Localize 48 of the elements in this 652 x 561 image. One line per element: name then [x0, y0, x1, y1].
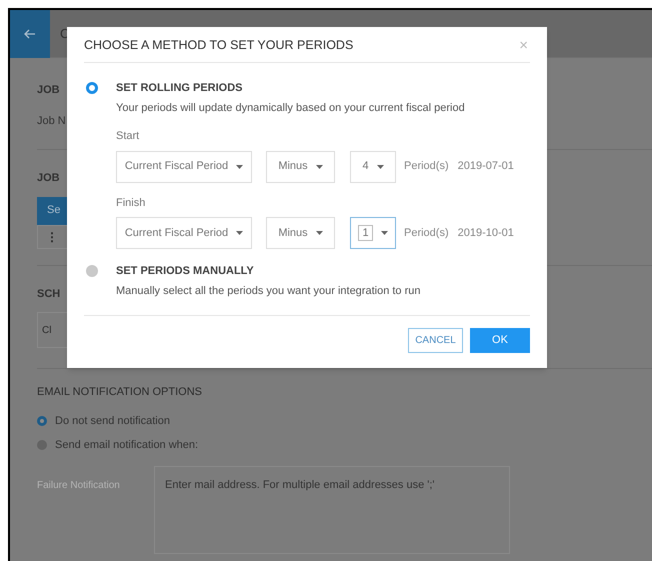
section-title: EMAIL NOTIFICATION OPTIONS: [37, 385, 202, 400]
dropdown[interactable]: Current Fiscal Period: [116, 150, 252, 182]
dropdown[interactable]: Current Fiscal Period: [116, 217, 252, 249]
back-button[interactable]: [10, 10, 50, 58]
dropdown[interactable]: Minus: [266, 150, 335, 182]
dropdown-value: Minus: [278, 159, 308, 174]
radio-button[interactable]: [37, 440, 47, 450]
unit-label: Period(s): [404, 159, 449, 174]
field-label: Failure Notification: [37, 478, 121, 492]
method-title: SET PERIODS MANUALLY: [116, 264, 255, 279]
dropdown[interactable]: 1: [350, 217, 396, 249]
email-address-field[interactable]: Enter mail address. For multiple email addresses use ';': [154, 466, 510, 554]
radio-button[interactable]: [37, 416, 47, 426]
dialog-title: CHOOSE A METHOD TO SET YOUR PERIODS: [84, 37, 354, 54]
dropdown[interactable]: 4: [350, 150, 396, 182]
dropdown[interactable]: Minus: [266, 217, 335, 249]
date-label: 2019-07-01: [458, 159, 514, 174]
ok-button[interactable]: OK: [470, 328, 530, 353]
dropdown-value: 4: [362, 159, 369, 174]
caret-icon: [316, 164, 323, 168]
caret-icon: [380, 231, 388, 235]
method-title: SET ROLLING PERIODS: [116, 81, 244, 96]
method-description: Your periods will update dynamically based on your current fiscal period: [116, 100, 466, 116]
row-label: Start: [116, 129, 140, 144]
cancel-button[interactable]: CANCEL: [408, 328, 463, 353]
row-label: Finish: [116, 196, 146, 210]
radio-label: Do not send notification: [55, 414, 170, 428]
section-title: JOB: [37, 83, 60, 98]
dropdown-value: 1: [358, 225, 373, 241]
drag-handle[interactable]: ⋮: [46, 228, 58, 246]
select-button[interactable]: Se: [37, 196, 67, 224]
section-title: JOB: [37, 171, 60, 186]
radio-button[interactable]: [86, 265, 98, 277]
dropdown-value: Minus: [278, 226, 308, 241]
caret-icon: [316, 231, 323, 235]
caret-icon: [236, 231, 244, 235]
radio-label: Send email notification when:: [55, 438, 198, 453]
dropdown-value: Current Fiscal Period: [124, 226, 228, 241]
date-label: 2019-10-01: [458, 226, 514, 241]
section-title: SCH: [37, 286, 60, 302]
back-arrow-icon: [24, 28, 36, 38]
method-description: Manually select all the periods you want your integration to run: [116, 284, 421, 298]
caret-icon: [236, 164, 244, 168]
radio-button[interactable]: [86, 82, 98, 94]
field-label: Job N: [37, 114, 66, 128]
unit-label: Period(s): [404, 226, 449, 241]
dropdown-value: Current Fiscal Period: [124, 159, 228, 174]
caret-icon: [376, 164, 384, 168]
